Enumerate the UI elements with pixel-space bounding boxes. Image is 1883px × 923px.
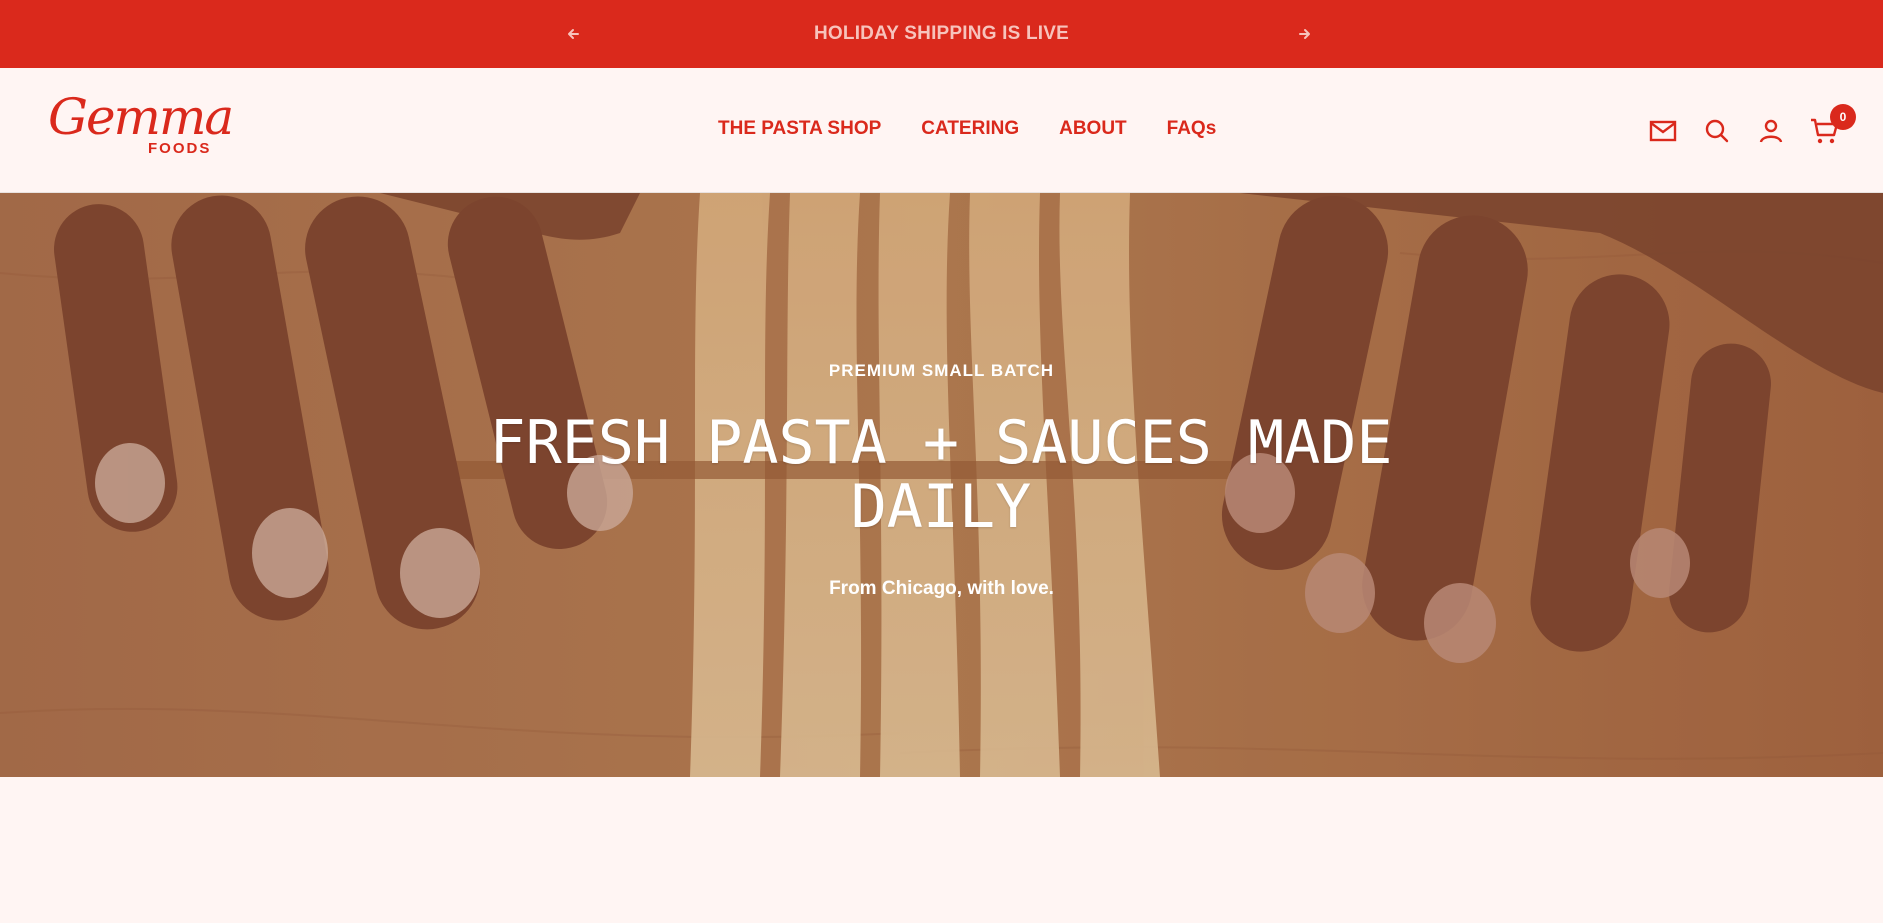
account-button[interactable] (1756, 116, 1786, 146)
nav-item-about[interactable]: ABOUT (1059, 118, 1127, 140)
user-icon (1759, 119, 1783, 143)
brand-logo[interactable]: Gemma FOODS (48, 92, 234, 162)
hero-content: PREMIUM SMALL BATCH FRESH PASTA + SAUCES… (0, 193, 1883, 777)
site-header: Gemma FOODS THE PASTA SHOP CATERING ABOU… (0, 68, 1883, 193)
nav-item-pasta-shop[interactable]: THE PASTA SHOP (718, 118, 881, 140)
logo-subtitle: FOODS (148, 140, 212, 157)
announcement-next-button[interactable] (1293, 22, 1317, 46)
main-nav: THE PASTA SHOP CATERING ABOUT FAQs (718, 118, 1216, 140)
announcement-prev-button[interactable] (561, 22, 585, 46)
hero-banner: PREMIUM SMALL BATCH FRESH PASTA + SAUCES… (0, 193, 1883, 777)
page-content-area (0, 777, 1883, 923)
logo-script: Gemma (48, 88, 234, 146)
nav-item-faqs[interactable]: FAQs (1167, 118, 1217, 140)
newsletter-button[interactable] (1648, 116, 1678, 146)
arrow-left-icon (568, 29, 579, 39)
cart-button[interactable]: 0 (1810, 104, 1856, 146)
mail-icon (1649, 120, 1677, 142)
hero-eyebrow: PREMIUM SMALL BATCH (828, 361, 1055, 380)
nav-item-catering[interactable]: CATERING (921, 118, 1019, 140)
header-icons: 0 (1648, 104, 1856, 146)
cart-count-badge: 0 (1830, 104, 1856, 130)
hero-headline: FRESH PASTA + SAUCES MADE DAILY (489, 408, 1393, 542)
arrow-right-icon (1299, 29, 1310, 39)
search-icon (1705, 119, 1729, 143)
announcement-text[interactable]: HOLIDAY SHIPPING IS LIVE (814, 23, 1069, 45)
search-button[interactable] (1702, 116, 1732, 146)
announcement-bar: HOLIDAY SHIPPING IS LIVE (0, 0, 1883, 68)
hero-subheadline: From Chicago, with love. (829, 578, 1054, 599)
